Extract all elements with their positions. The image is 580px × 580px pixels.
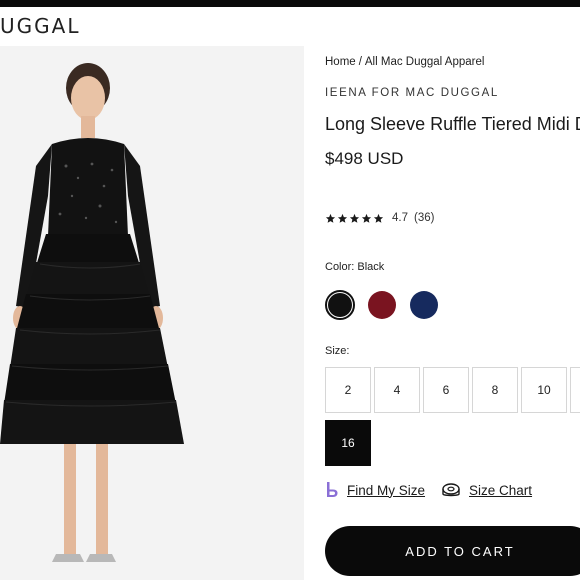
size-label: Size: — [325, 345, 350, 357]
add-to-cart-button[interactable]: ADD TO CART — [325, 526, 580, 576]
size-chart-link[interactable]: Size Chart — [441, 483, 532, 498]
star-icon — [325, 213, 336, 223]
color-swatch-navy[interactable] — [409, 290, 439, 320]
bold-b-icon — [327, 482, 338, 497]
rating-score: 4.7 — [392, 212, 408, 224]
product-image[interactable] — [0, 46, 304, 580]
size-option-partial[interactable] — [570, 367, 580, 413]
color-swatch-black[interactable] — [325, 290, 355, 320]
color-swatch-burgundy[interactable] — [367, 290, 397, 320]
swatch-color — [410, 291, 438, 319]
review-count[interactable]: (36) — [414, 212, 434, 224]
breadcrumb-category-link[interactable]: All Mac Duggal Apparel — [365, 56, 485, 68]
size-option-4[interactable]: 4 — [374, 367, 420, 413]
color-label: Color: Black — [325, 261, 385, 273]
product-title: Long Sleeve Ruffle Tiered Midi Dr — [325, 114, 580, 134]
size-option-8[interactable]: 8 — [472, 367, 518, 413]
swatch-color — [368, 291, 396, 319]
size-option-2[interactable]: 2 — [325, 367, 371, 413]
size-help-links: Find My Size Size Chart — [325, 481, 532, 499]
size-chart-label: Size Chart — [469, 482, 533, 498]
designer-name[interactable]: IEENA FOR MAC DUGGAL — [325, 87, 499, 99]
tape-measure-icon — [442, 483, 460, 497]
size-option-10[interactable]: 10 — [521, 367, 567, 413]
product-rating[interactable]: 4.7 (36) — [325, 212, 434, 224]
star-icon — [337, 213, 348, 223]
swatch-color — [328, 293, 352, 317]
size-option-16[interactable]: 16 — [325, 420, 371, 466]
size-option-6[interactable]: 6 — [423, 367, 469, 413]
brand-logo[interactable]: UGGAL — [0, 14, 80, 38]
dress-model-illustration — [0, 46, 304, 580]
star-icon — [349, 213, 360, 223]
product-info-panel: Home / All Mac Duggal Apparel IEENA FOR MA… — [325, 0, 580, 580]
breadcrumb-home-link[interactable]: Home — [325, 56, 356, 68]
breadcrumb-separator: / — [358, 56, 362, 68]
star-icon — [361, 213, 372, 223]
product-price: $498 USD — [325, 149, 404, 168]
find-my-size-label: Find My Size — [347, 482, 426, 498]
star-icon — [373, 213, 384, 223]
breadcrumb: Home / All Mac Duggal Apparel — [325, 56, 484, 68]
color-swatches — [325, 290, 439, 320]
find-my-size-link[interactable]: Find My Size — [325, 481, 425, 499]
rating-stars — [325, 213, 384, 224]
